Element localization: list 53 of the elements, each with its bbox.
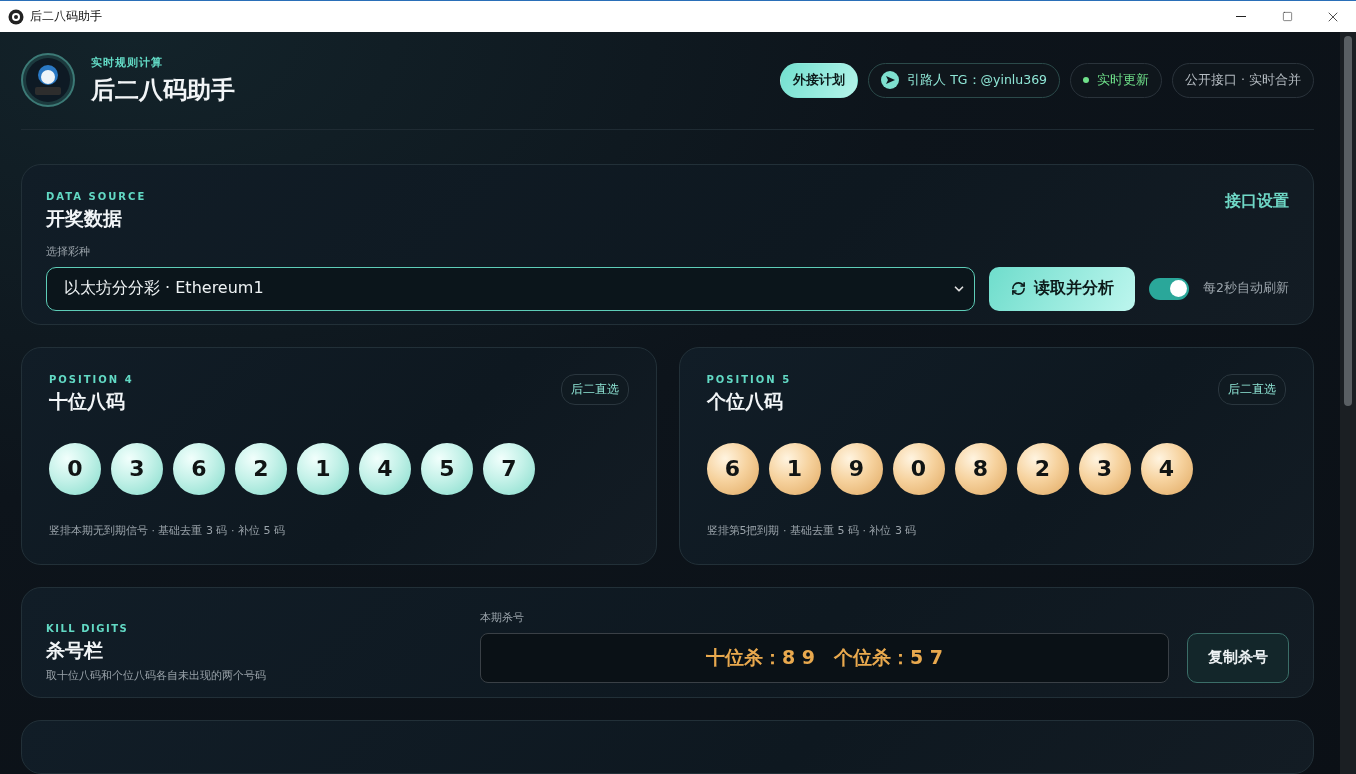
position-title: 十位八码 <box>49 388 126 414</box>
copy-button[interactable]: 复制杀号 <box>1187 632 1289 683</box>
digit-ball: 6 <box>173 442 225 495</box>
scrollbar-thumb[interactable] <box>1344 36 1352 406</box>
position-badge: 后二直选 <box>560 373 629 405</box>
app-icon <box>8 8 24 25</box>
plan-button[interactable]: 外接计划 <box>780 62 859 98</box>
position-badge: 后二直选 <box>1218 373 1286 405</box>
lottery-select[interactable]: 以太坊分分彩 · Ethereum1 <box>46 266 976 311</box>
digit-ball: 3 <box>111 442 163 495</box>
section-title: 杀号栏 <box>46 637 104 663</box>
section-eyebrow: DATA SOURCE <box>46 190 147 202</box>
kill-digits-field: 十位杀：8 9 个位杀：5 7 <box>480 632 1169 683</box>
section-description: 取十位八码和个位八码各自未出现的两个号码 <box>46 667 267 683</box>
digit-ball: 1 <box>768 442 821 495</box>
header-eyebrow: 实时规则计算 <box>91 54 164 70</box>
digit-ball: 5 <box>421 442 473 495</box>
section-title: 开奖数据 <box>46 205 123 231</box>
refresh-icon <box>1010 281 1026 296</box>
digit-ball: 8 <box>954 442 1007 495</box>
send-icon <box>881 71 900 90</box>
field-label: 本期杀号 <box>480 609 525 625</box>
digit-ball: 4 <box>359 442 411 495</box>
digit-ball: 0 <box>892 442 945 495</box>
auto-refresh-toggle[interactable] <box>1149 277 1190 300</box>
info-chip: 公开接口 · 实时合并 <box>1172 62 1314 98</box>
position-eyebrow: POSITION 4 <box>49 373 134 385</box>
window-title: 后二八码助手 <box>30 8 103 25</box>
position-note: 竖排第5把到期 · 基础去重 5 码 · 补位 3 码 <box>706 523 917 537</box>
digit-ball: 2 <box>235 442 287 495</box>
status-dot <box>1083 77 1090 84</box>
digit-ball: 4 <box>1140 442 1193 495</box>
minimize-icon <box>1236 16 1246 17</box>
digit-ball: 0 <box>49 442 101 495</box>
settings-link[interactable]: 接口设置 <box>1225 190 1289 212</box>
digit-ball: 7 <box>483 442 535 495</box>
digit-ball: 6 <box>706 442 759 495</box>
live-status: 实时更新 <box>1070 62 1163 98</box>
position-title: 个位八码 <box>706 388 784 414</box>
telegram-link[interactable]: 引路人 TG：@yinlu369 <box>868 62 1061 98</box>
maximize-icon <box>1281 11 1293 22</box>
digit-ball: 2 <box>1016 442 1069 495</box>
digit-ball: 3 <box>1078 442 1131 495</box>
position-eyebrow: POSITION 5 <box>706 373 792 385</box>
app-title: 后二八码助手 <box>91 74 236 106</box>
digit-ball: 9 <box>830 442 883 495</box>
position-note: 竖排本期无到期信号 · 基础去重 3 码 · 补位 5 码 <box>49 523 285 537</box>
field-label: 选择彩种 <box>46 243 91 259</box>
read-button[interactable]: 读取并分析 <box>989 266 1136 311</box>
section-eyebrow: KILL DIGITS <box>46 622 130 634</box>
toggle-label: 每2秒自动刷新 <box>1203 280 1289 297</box>
digit-ball: 1 <box>297 442 349 495</box>
avatar-icon <box>21 53 75 108</box>
